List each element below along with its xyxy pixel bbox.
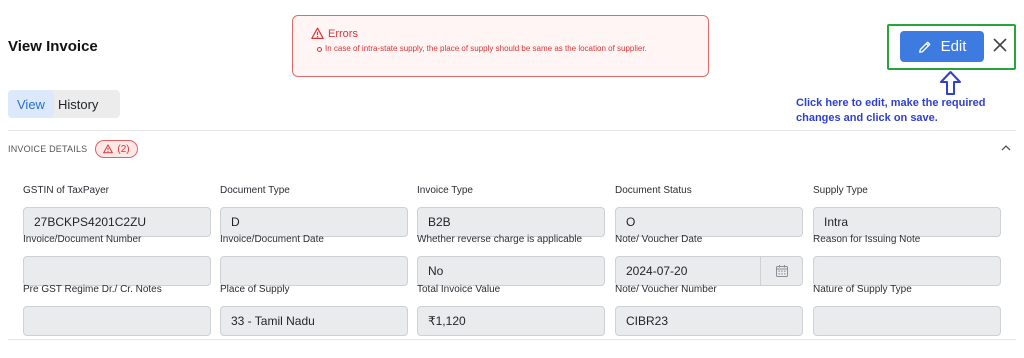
field-place-of-supply: Place of Supply 33 - Tamil Nadu xyxy=(220,284,408,336)
up-arrow-icon xyxy=(940,71,961,95)
error-alert-heading: Errors xyxy=(311,27,708,40)
field-label: GSTIN of TaxPayer xyxy=(23,185,109,196)
error-item: In case of intra-state supply, the place… xyxy=(317,43,697,55)
field-pre-gst: Pre GST Regime Dr./ Cr. Notes xyxy=(23,284,211,336)
pre-gst-input[interactable] xyxy=(23,306,211,336)
field-reverse-charge: Whether reverse charge is applicable No xyxy=(417,234,605,286)
field-label: Pre GST Regime Dr./ Cr. Notes xyxy=(23,284,162,295)
invoice-date-input[interactable] xyxy=(220,256,408,286)
warning-icon xyxy=(311,27,324,39)
field-label: Document Status xyxy=(615,185,692,196)
invoice-number-input[interactable] xyxy=(23,256,211,286)
field-nature-supply: Nature of Supply Type xyxy=(813,284,1001,336)
field-label: Invoice Type xyxy=(417,185,473,196)
voucher-date-input[interactable]: 2024-07-20 xyxy=(615,256,803,286)
field-supply-type: Supply Type Intra xyxy=(813,185,1001,237)
field-voucher-number: Note/ Voucher Number CIBR23 xyxy=(615,284,803,336)
view-tabs: View History xyxy=(8,90,120,118)
edit-hint-text: Click here to edit, make the required ch… xyxy=(796,97,986,124)
pencil-icon xyxy=(918,41,930,53)
document-status-input[interactable]: O xyxy=(615,207,803,237)
place-of-supply-input[interactable]: 33 - Tamil Nadu xyxy=(220,306,408,336)
field-label: Total Invoice Value xyxy=(417,284,501,295)
calendar-button[interactable] xyxy=(760,257,802,285)
error-alert: Errors In case of intra-state supply, th… xyxy=(292,15,709,77)
page-title: View Invoice xyxy=(8,38,98,55)
reason-note-input[interactable] xyxy=(813,256,1001,286)
field-label: Invoice/Document Number xyxy=(23,234,142,245)
field-label: Whether reverse charge is applicable xyxy=(417,234,583,245)
gstin-input[interactable]: 27BCKPS4201C2ZU xyxy=(23,207,211,237)
warning-icon xyxy=(103,144,114,154)
voucher-number-input[interactable]: CIBR23 xyxy=(615,306,803,336)
nature-supply-input[interactable] xyxy=(813,306,1001,336)
field-invoice-date: Invoice/Document Date xyxy=(220,234,408,286)
field-label: Reason for Issuing Note xyxy=(813,234,921,245)
field-label: Supply Type xyxy=(813,185,868,196)
error-list: In case of intra-state supply, the place… xyxy=(311,43,708,55)
close-icon[interactable] xyxy=(991,36,1009,54)
calendar-icon xyxy=(775,265,788,277)
field-document-type: Document Type D xyxy=(220,185,408,237)
field-reason-note: Reason for Issuing Note xyxy=(813,234,1001,286)
field-voucher-date: Note/ Voucher Date 2024-07-20 xyxy=(615,234,803,286)
reverse-charge-input[interactable]: No xyxy=(417,256,605,286)
field-label: Note/ Voucher Number xyxy=(615,284,717,295)
voucher-date-value: 2024-07-20 xyxy=(626,264,688,278)
supply-type-input[interactable]: Intra xyxy=(813,207,1001,237)
error-count: (2) xyxy=(117,143,130,155)
field-total-value: Total Invoice Value ₹1,120 xyxy=(417,284,605,336)
invoice-type-input[interactable]: B2B xyxy=(417,207,605,237)
tab-view[interactable]: View xyxy=(8,90,54,118)
edit-button[interactable]: Edit xyxy=(900,31,984,62)
field-label: Nature of Supply Type xyxy=(813,284,912,295)
chevron-up-icon[interactable] xyxy=(1000,143,1012,153)
tab-history[interactable]: History xyxy=(54,90,107,118)
field-invoice-type: Invoice Type B2B xyxy=(417,185,605,237)
total-value-input[interactable]: ₹1,120 xyxy=(417,306,605,336)
field-label: Invoice/Document Date xyxy=(220,234,324,245)
section-divider xyxy=(8,130,1016,131)
error-heading-text: Errors xyxy=(328,27,358,40)
field-label: Note/ Voucher Date xyxy=(615,234,703,245)
field-label: Document Type xyxy=(220,185,290,196)
document-type-input[interactable]: D xyxy=(220,207,408,237)
section-title: INVOICE DETAILS xyxy=(8,144,88,154)
invoice-details-header[interactable]: INVOICE DETAILS (2) xyxy=(8,140,138,158)
field-gstin: GSTIN of TaxPayer 27BCKPS4201C2ZU xyxy=(23,185,211,237)
edit-button-label: Edit xyxy=(940,38,967,55)
field-invoice-number: Invoice/Document Number xyxy=(23,234,211,286)
field-label: Place of Supply xyxy=(220,284,290,295)
section-divider-bottom xyxy=(8,339,1016,340)
error-count-badge: (2) xyxy=(95,140,138,158)
field-document-status: Document Status O xyxy=(615,185,803,237)
